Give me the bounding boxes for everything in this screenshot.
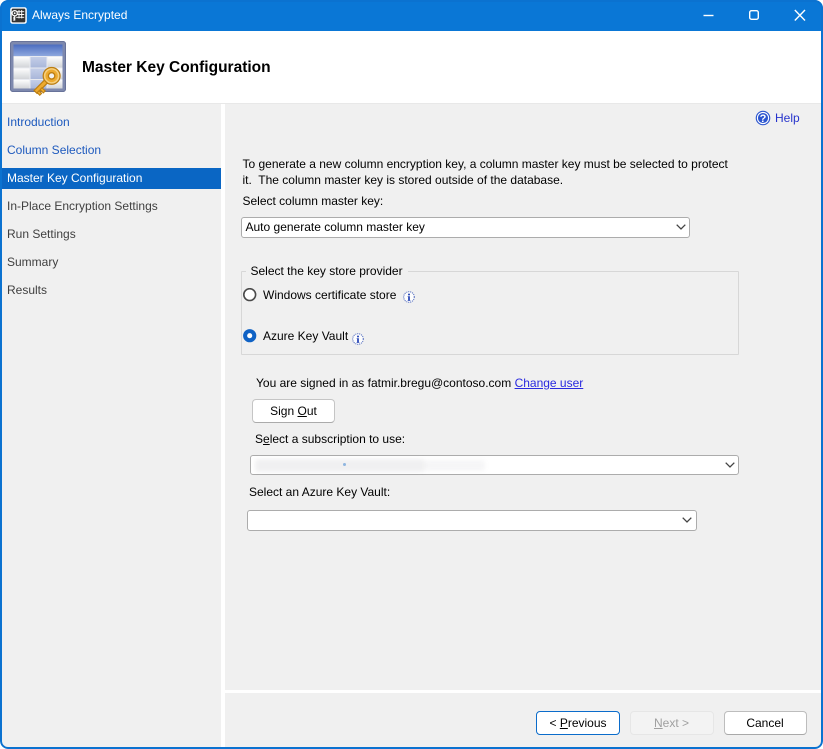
svg-text:?: ? [760, 113, 767, 125]
